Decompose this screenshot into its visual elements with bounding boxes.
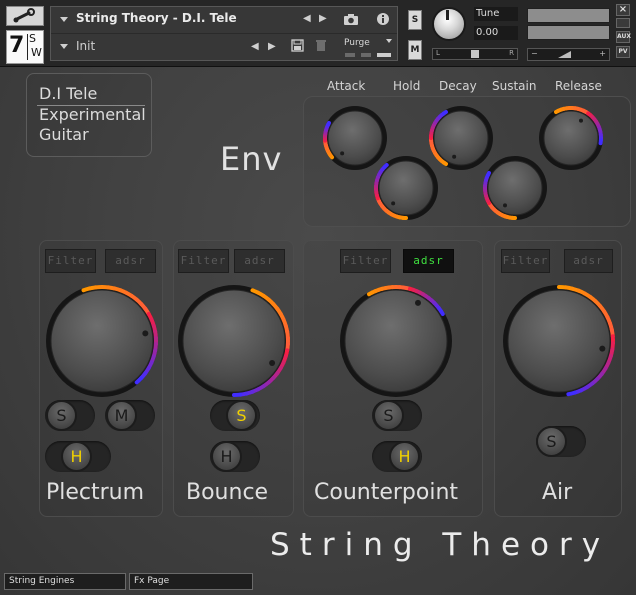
solo-button[interactable]: S (536, 426, 567, 457)
purge-menu[interactable]: Purge (344, 38, 370, 48)
adsr-button[interactable]: adsr (105, 249, 156, 273)
knob-pointer (503, 203, 507, 208)
hold-label: Hold (393, 79, 421, 93)
purge-indicator (345, 53, 355, 57)
solo-button[interactable]: S (373, 400, 404, 431)
solo-button[interactable]: S (408, 10, 422, 30)
filter-button[interactable]: Filter (340, 249, 391, 273)
purge-indicator (377, 53, 391, 57)
engine-name: Plectrum (46, 480, 145, 505)
plectrum-level-knob[interactable] (45, 284, 159, 398)
plugin-window: 7 S W String Theory - D.I. Tele ◀ ▶ Init… (0, 0, 636, 595)
volume-slider[interactable]: − + (527, 48, 610, 61)
filter-button[interactable]: Filter (178, 249, 229, 273)
delete-icon[interactable] (315, 39, 327, 52)
volume-plus-label: + (599, 49, 606, 58)
knob-pointer (340, 151, 345, 156)
sustain-label: Sustain (492, 79, 537, 93)
release-label: Release (555, 79, 602, 93)
attack-label: Attack (327, 79, 366, 93)
level-meter-right (527, 25, 610, 40)
knob-graphic (503, 285, 615, 397)
close-button[interactable]: × (616, 4, 630, 16)
filter-button[interactable]: Filter (45, 249, 96, 273)
save-icon[interactable] (291, 39, 304, 52)
knob-pointer (599, 345, 606, 352)
instrument-header: 7 S W String Theory - D.I. Tele ◀ ▶ Init… (0, 0, 636, 67)
env-title: Env (220, 140, 283, 178)
preset-line: Experimental (39, 105, 146, 124)
header-left: 7 S W (6, 6, 44, 64)
knob-graphic (539, 106, 603, 170)
mute-button[interactable]: M (106, 400, 137, 431)
tune-value[interactable]: 0.00 (474, 26, 518, 40)
instrument-name-panel: String Theory - D.I. Tele ◀ ▶ Init ◀ ▶ P… (50, 6, 398, 61)
air-level-knob[interactable] (502, 284, 616, 398)
pan-slider[interactable]: L R (432, 48, 518, 60)
product-title: String Theory (270, 527, 611, 563)
knob-graphic (46, 285, 159, 397)
engine-name: Bounce (186, 480, 269, 505)
instrument-row: String Theory - D.I. Tele ◀ ▶ (51, 7, 397, 34)
instrument-menu-icon[interactable] (60, 17, 68, 22)
knob-pointer (269, 360, 276, 366)
preset-line: Guitar (39, 125, 89, 144)
pan-left-label: L (436, 49, 440, 57)
knob-pointer (142, 330, 149, 337)
edit-instrument-button[interactable] (6, 6, 44, 26)
preset-label-box: D.I Tele Experimental Guitar (26, 73, 152, 157)
info-icon[interactable] (376, 12, 390, 26)
solo-button[interactable]: S (46, 400, 77, 431)
tune-label: Tune (474, 7, 518, 21)
snapshot-menu-icon[interactable] (60, 44, 68, 49)
hold-button[interactable]: H (389, 441, 420, 472)
prev-snapshot-icon[interactable]: ◀ (251, 41, 259, 52)
tune-knob[interactable] (432, 7, 466, 41)
next-instrument-icon[interactable]: ▶ (319, 13, 327, 24)
knob-pointer (452, 154, 457, 159)
preset-line: D.I Tele (39, 84, 98, 103)
hold-button[interactable]: H (61, 441, 92, 472)
knob-pointer (391, 201, 396, 206)
mute-button[interactable]: M (408, 40, 422, 60)
volume-minus-label: − (531, 49, 538, 58)
pan-handle[interactable] (471, 50, 479, 58)
instrument-name[interactable]: String Theory - D.I. Tele (76, 11, 237, 25)
release-knob[interactable] (538, 105, 604, 171)
knob-graphic (340, 285, 452, 397)
purge-dropdown-icon[interactable] (386, 39, 392, 43)
wrench-icon (13, 8, 35, 23)
adsr-button[interactable]: adsr (564, 249, 613, 273)
engine-name: Air (542, 480, 573, 505)
knob-pointer (415, 299, 421, 306)
level-meter-left (527, 8, 610, 23)
hold-button[interactable]: H (211, 441, 242, 472)
bounce-level-knob[interactable] (177, 284, 291, 398)
adsr-button[interactable]: adsr (403, 249, 454, 273)
collapse-button[interactable] (616, 18, 630, 28)
tab-string-engines[interactable]: String Engines (4, 573, 126, 590)
purge-indicator (361, 53, 371, 57)
decay-label: Decay (439, 79, 477, 93)
filter-button[interactable]: Filter (501, 249, 550, 273)
tab-fx-page[interactable]: Fx Page (129, 573, 253, 590)
seventh-string-logo: 7 S W (6, 30, 44, 64)
counterpoint-level-knob[interactable] (339, 284, 453, 398)
aux-button[interactable]: AUX (616, 31, 631, 43)
next-snapshot-icon[interactable]: ▶ (268, 41, 276, 52)
knob-pointer (579, 118, 583, 123)
pan-right-label: R (509, 49, 514, 57)
volume-handle[interactable] (558, 51, 571, 58)
adsr-button[interactable]: adsr (234, 249, 285, 273)
camera-icon[interactable] (343, 13, 359, 26)
solo-button[interactable]: S (226, 400, 257, 431)
prev-instrument-icon[interactable]: ◀ (303, 13, 311, 24)
engine-name: Counterpoint (314, 480, 459, 505)
snapshot-name[interactable]: Init (76, 39, 95, 53)
pv-button[interactable]: PV (616, 46, 630, 58)
knob-graphic (178, 285, 291, 397)
tune-knob-pointer (446, 10, 449, 20)
